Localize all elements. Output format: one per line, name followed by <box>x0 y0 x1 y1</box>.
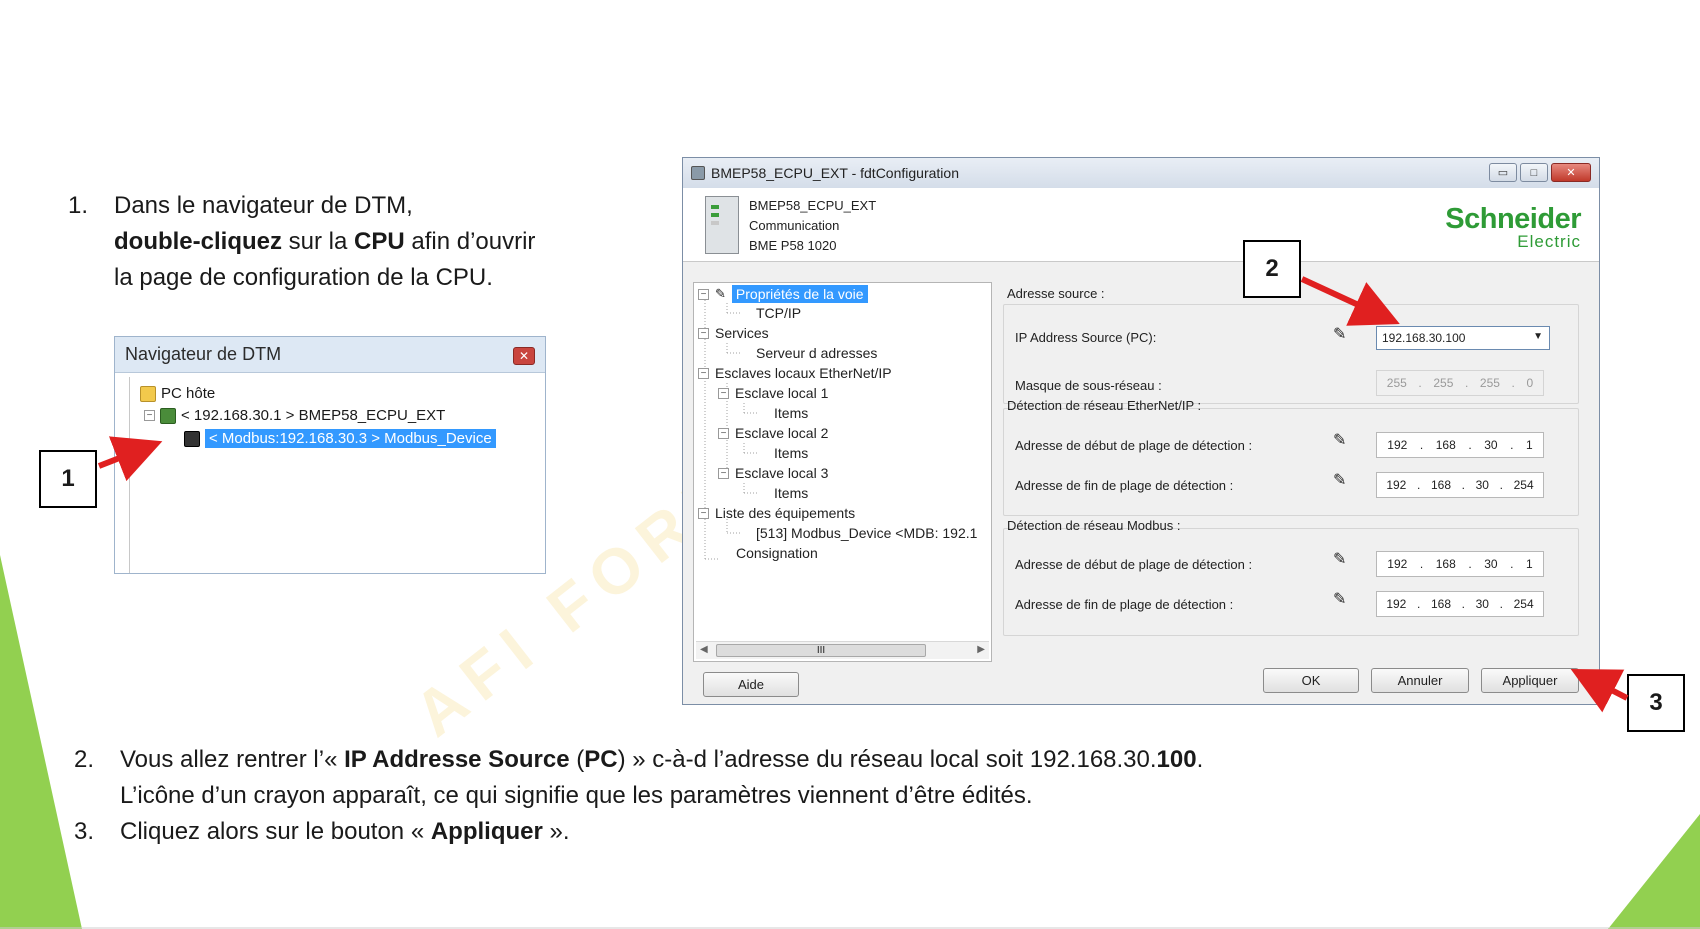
step-2: 2. Vous allez rentrer l’« IP Addresse So… <box>74 742 1574 814</box>
emphasis: PC <box>584 746 618 773</box>
emphasis: 100 <box>1156 746 1197 773</box>
emphasis: IP Addresse Source <box>344 746 570 773</box>
arrow-2 <box>1300 276 1400 326</box>
step-number: 2. <box>74 746 95 773</box>
step-3: 3. Cliquez alors sur le bouton « Appliqu… <box>74 814 1574 850</box>
step-text-line: L’icône d’un crayon apparaît, ce qui sig… <box>120 782 1033 809</box>
arrow-1 <box>97 436 163 482</box>
step-number: 3. <box>74 818 95 845</box>
instructions-bottom: 2. Vous allez rentrer l’« IP Addresse So… <box>74 742 1574 850</box>
arrow-3 <box>1570 669 1629 713</box>
emphasis: Appliquer <box>430 818 543 845</box>
